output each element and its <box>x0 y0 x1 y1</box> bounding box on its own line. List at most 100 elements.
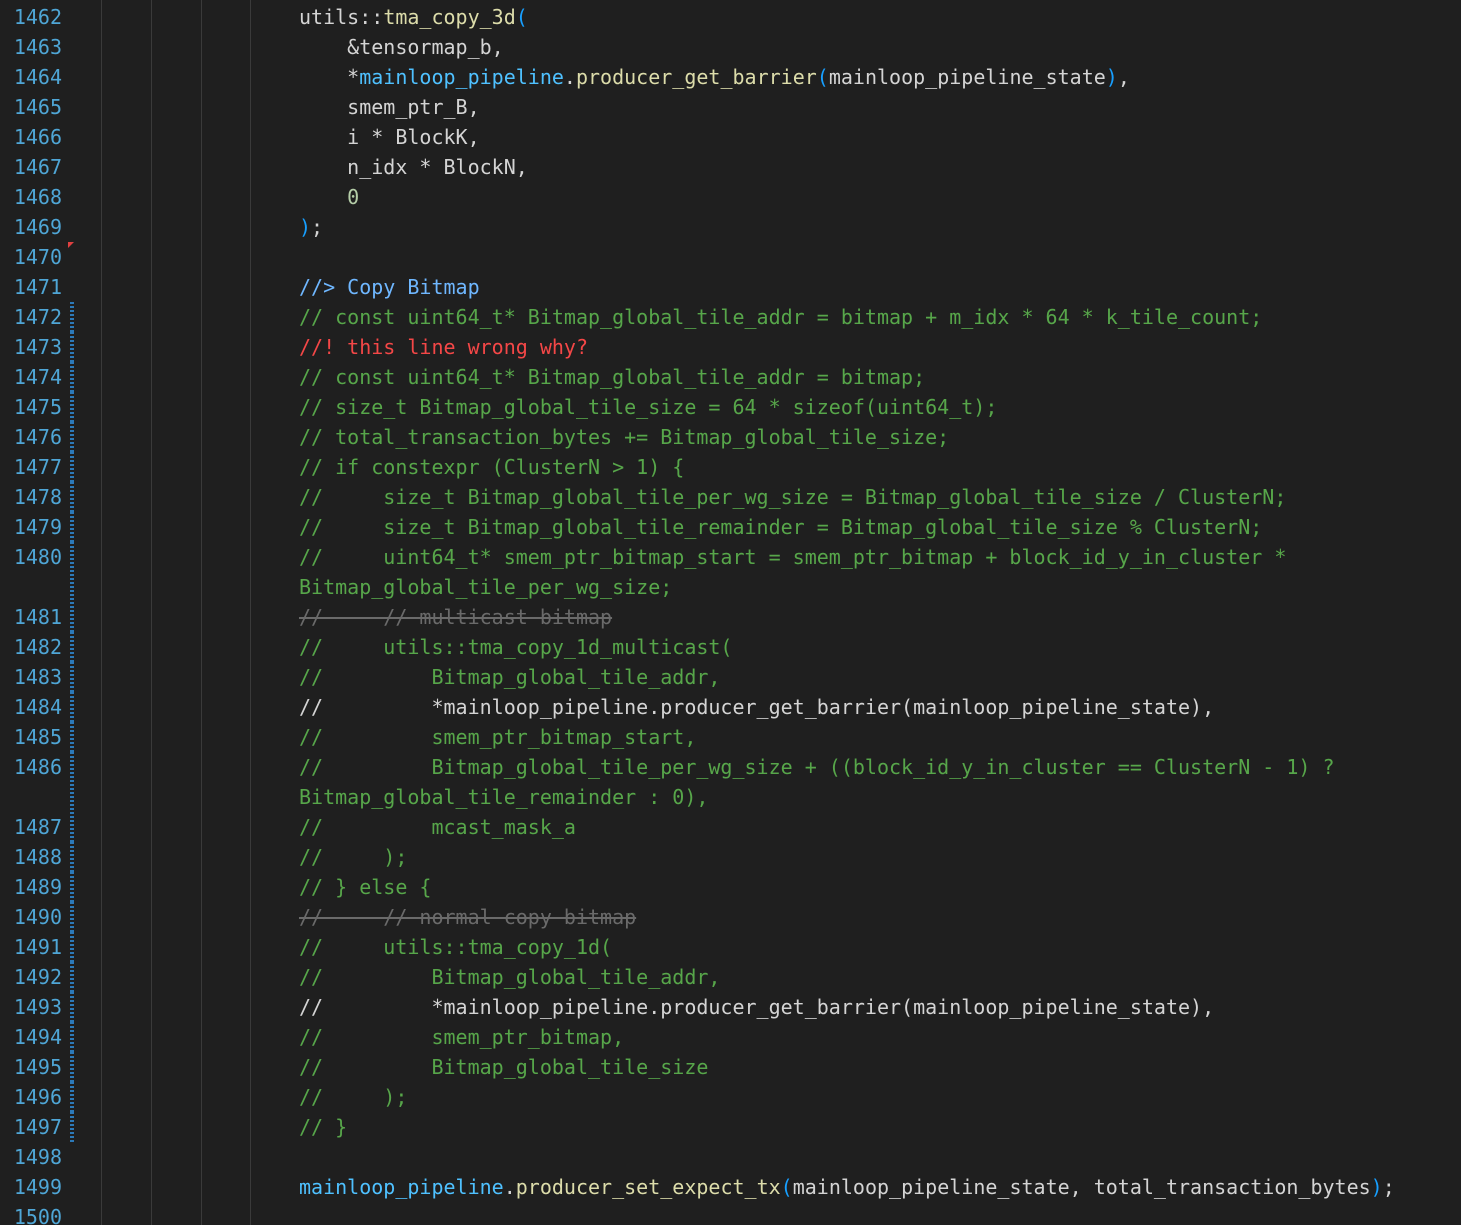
line-number: 1467 <box>13 155 62 179</box>
code-text[interactable]: 0 <box>299 182 359 212</box>
code-text[interactable]: // total_transaction_bytes += Bitmap_glo… <box>299 422 949 452</box>
modified-line-indicator <box>70 1082 74 1112</box>
code-line[interactable]: 1482 // utils::tma_copy_1d_multicast( <box>0 632 1461 662</box>
code-line[interactable]: 1484 // *mainloop_pipeline.producer_get_b… <box>0 692 1461 722</box>
code-line[interactable]: 1490 // // normal copy bitmap <box>0 902 1461 932</box>
code-line[interactable]: 1466 i * BlockK, <box>0 122 1461 152</box>
code-text[interactable]: // ); <box>299 842 407 872</box>
code-text[interactable]: mainloop_pipeline.producer_set_expect_tx… <box>299 1172 1395 1202</box>
code-line[interactable]: 1488 // ); <box>0 842 1461 872</box>
code-line[interactable]: 1473 //! this line wrong why? <box>0 332 1461 362</box>
line-number: 1497 <box>13 1115 62 1139</box>
code-line[interactable]: 1467 n_idx * BlockN, <box>0 152 1461 182</box>
code-line[interactable]: 1491 // utils::tma_copy_1d( <box>0 932 1461 962</box>
code-text[interactable]: // smem_ptr_bitmap_start, <box>299 722 696 752</box>
code-text[interactable]: // size_t Bitmap_global_tile_size = 64 *… <box>299 392 997 422</box>
code-line[interactable]: 1493 // *mainloop_pipeline.producer_get_b… <box>0 992 1461 1022</box>
code-text[interactable]: // // multicast bitmap <box>299 602 612 632</box>
line-number: 1463 <box>13 35 62 59</box>
code-line[interactable]: 1474 // const uint64_t* Bitmap_global_til… <box>0 362 1461 392</box>
line-number: 1473 <box>13 335 62 359</box>
modified-line-indicator <box>70 662 74 692</box>
code-text[interactable]: &tensormap_b, <box>299 32 504 62</box>
code-line[interactable]: 1485 // smem_ptr_bitmap_start, <box>0 722 1461 752</box>
code-line[interactable]: 1465 smem_ptr_B, <box>0 92 1461 122</box>
code-text[interactable]: //> Copy Bitmap <box>299 272 480 302</box>
code-text[interactable]: //! this line wrong why? <box>299 332 588 362</box>
code-text[interactable]: // utils::tma_copy_1d( <box>299 932 612 962</box>
code-text[interactable]: // Bitmap_global_tile_per_wg_size + ((bl… <box>299 752 1335 782</box>
code-line[interactable]: 1476 // total_transaction_bytes += Bitmap… <box>0 422 1461 452</box>
modified-line-indicator <box>70 602 74 632</box>
code-line[interactable]: 1497 // } <box>0 1112 1461 1142</box>
modified-line-indicator <box>70 542 74 602</box>
code-line[interactable]: 1494 // smem_ptr_bitmap, <box>0 1022 1461 1052</box>
code-line[interactable]: 1500 <box>0 1202 1461 1225</box>
code-line[interactable]: 1487 // mcast_mask_a <box>0 812 1461 842</box>
code-text[interactable]: // // normal copy bitmap <box>299 902 636 932</box>
line-number: 1477 <box>13 455 62 479</box>
code-text[interactable]: // const uint64_t* Bitmap_global_tile_ad… <box>299 362 925 392</box>
modified-line-indicator <box>70 962 74 992</box>
code-text[interactable]: // ); <box>299 1082 407 1112</box>
code-line[interactable]: 1470 <box>0 242 1461 272</box>
code-text[interactable]: // mcast_mask_a <box>299 812 576 842</box>
code-line[interactable]: 1480 // uint64_t* smem_ptr_bitmap_start =… <box>0 542 1461 602</box>
line-number: 1494 <box>13 1025 62 1049</box>
code-text[interactable]: // uint64_t* smem_ptr_bitmap_start = sme… <box>299 542 1286 572</box>
code-line[interactable]: 1481 // // multicast bitmap <box>0 602 1461 632</box>
code-line[interactable]: 1496 // ); <box>0 1082 1461 1112</box>
code-editor[interactable]: 1462 utils::tma_copy_3d(1463 &tensormap_b… <box>0 0 1461 1225</box>
code-line[interactable]: 1464 *mainloop_pipeline.producer_get_bar… <box>0 62 1461 92</box>
code-line[interactable]: 1477 // if constexpr (ClusterN > 1) { <box>0 452 1461 482</box>
modified-line-indicator <box>70 872 74 902</box>
code-text[interactable]: // *mainloop_pipeline.producer_get_barri… <box>299 992 1214 1022</box>
code-text[interactable]: // } <box>299 1112 347 1142</box>
code-text[interactable]: // size_t Bitmap_global_tile_remainder =… <box>299 512 1262 542</box>
code-text[interactable]: // const uint64_t* Bitmap_global_tile_ad… <box>299 302 1262 332</box>
code-text[interactable]: // Bitmap_global_tile_size <box>299 1052 708 1082</box>
code-line[interactable]: 1469); <box>0 212 1461 242</box>
code-line[interactable]: 1478 // size_t Bitmap_global_tile_per_wg_… <box>0 482 1461 512</box>
modified-line-indicator <box>70 362 74 392</box>
code-line[interactable]: 1489 // } else { <box>0 872 1461 902</box>
code-text[interactable]: // smem_ptr_bitmap, <box>299 1022 624 1052</box>
code-text[interactable]: smem_ptr_B, <box>299 92 479 122</box>
code-line[interactable]: 1486 // Bitmap_global_tile_per_wg_size + … <box>0 752 1461 812</box>
code-text[interactable]: // } else { <box>299 872 431 902</box>
code-line[interactable]: 1499 mainloop_pipeline.producer_set_expec… <box>0 1172 1461 1202</box>
code-line[interactable]: 1492 // Bitmap_global_tile_addr, <box>0 962 1461 992</box>
line-number: 1481 <box>13 605 62 629</box>
code-text[interactable]: i * BlockK, <box>299 122 479 152</box>
code-text[interactable]: // *mainloop_pipeline.producer_get_barri… <box>299 692 1214 722</box>
line-number: 1468 <box>13 185 62 209</box>
code-line[interactable]: 1483 // Bitmap_global_tile_addr, <box>0 662 1461 692</box>
code-text[interactable]: // utils::tma_copy_1d_multicast( <box>299 632 732 662</box>
code-text[interactable]: // Bitmap_global_tile_addr, <box>299 662 720 692</box>
code-line[interactable]: 1475 // size_t Bitmap_global_tile_size = … <box>0 392 1461 422</box>
code-line[interactable]: 1479 // size_t Bitmap_global_tile_remaind… <box>0 512 1461 542</box>
modified-line-indicator <box>70 512 74 542</box>
code-line[interactable]: 1463 &tensormap_b, <box>0 32 1461 62</box>
line-number: 1479 <box>13 515 62 539</box>
code-text[interactable]: // if constexpr (ClusterN > 1) { <box>299 452 684 482</box>
line-number: 1482 <box>13 635 62 659</box>
code-line[interactable]: 1468 0 <box>0 182 1461 212</box>
code-text[interactable]: *mainloop_pipeline.producer_get_barrier(… <box>299 62 1130 92</box>
code-line[interactable]: 1462 utils::tma_copy_3d( <box>0 2 1461 32</box>
line-number: 1480 <box>13 545 62 569</box>
code-text[interactable]: utils::tma_copy_3d( <box>299 2 528 32</box>
code-line[interactable]: 1471 //> Copy Bitmap <box>0 272 1461 302</box>
code-text[interactable]: // size_t Bitmap_global_tile_per_wg_size… <box>299 482 1286 512</box>
code-text[interactable]: n_idx * BlockN, <box>299 152 528 182</box>
code-text[interactable]: ); <box>299 212 323 242</box>
line-number: 1483 <box>13 665 62 689</box>
line-number: 1498 <box>13 1145 62 1169</box>
code-line[interactable]: 1498 <box>0 1142 1461 1172</box>
code-line[interactable]: 1495 // Bitmap_global_tile_size <box>0 1052 1461 1082</box>
code-text[interactable]: // Bitmap_global_tile_addr, <box>299 962 720 992</box>
wrapped-code-text[interactable]: Bitmap_global_tile_per_wg_size; <box>299 572 672 602</box>
code-line[interactable]: 1472 // const uint64_t* Bitmap_global_til… <box>0 302 1461 332</box>
line-number: 1490 <box>13 905 62 929</box>
wrapped-code-text[interactable]: Bitmap_global_tile_remainder : 0), <box>299 782 708 812</box>
